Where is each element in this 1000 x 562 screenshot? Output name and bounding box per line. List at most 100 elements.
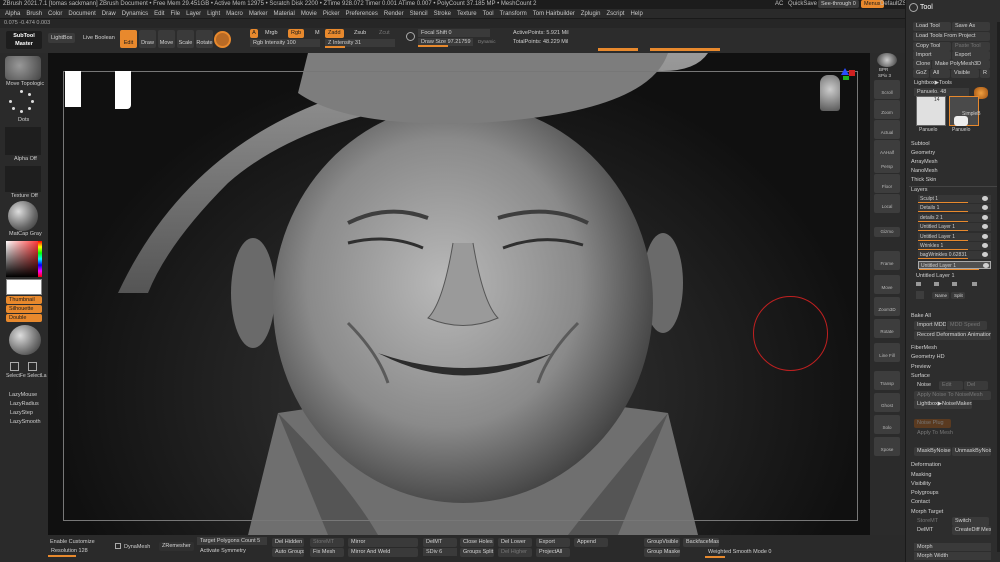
- rgb-intensity-slider[interactable]: Rgb Intensity 100: [250, 39, 320, 47]
- move-view-button[interactable]: Move: [874, 275, 900, 294]
- eye-icon[interactable]: [982, 214, 988, 220]
- target-polycount-slider[interactable]: Target Polygons Count 5: [197, 537, 267, 545]
- record-deformation-button[interactable]: Record Deformation Animation: [914, 331, 991, 340]
- eye-icon[interactable]: [982, 196, 988, 201]
- eye-icon[interactable]: [982, 252, 988, 258]
- floor-button[interactable]: Floor: [874, 174, 900, 193]
- activate-symmetry-button[interactable]: Activate Symmetry: [200, 547, 246, 555]
- geometry-hd-menu[interactable]: Geometry HD: [911, 353, 997, 362]
- layer-row[interactable]: Sculpt 1: [918, 195, 991, 203]
- brush-thumbnail[interactable]: [5, 56, 41, 80]
- paste-tool-button[interactable]: Paste Tool: [952, 42, 990, 51]
- geometry-menu[interactable]: Geometry: [911, 149, 997, 158]
- eye-icon[interactable]: [983, 262, 989, 268]
- menu-zplugin[interactable]: Zplugin: [581, 9, 601, 19]
- noise-button[interactable]: Noise: [914, 381, 938, 390]
- noise-del-button[interactable]: Del: [964, 381, 988, 390]
- tool-thumb-1[interactable]: [916, 96, 946, 126]
- menu-stencil[interactable]: Stencil: [410, 9, 428, 19]
- ghost-button[interactable]: Ghost: [874, 393, 900, 412]
- subtool-menu[interactable]: Subtool: [911, 140, 997, 149]
- morph-target-menu[interactable]: Morph Target: [911, 508, 997, 517]
- eye-icon[interactable]: [982, 224, 988, 230]
- copy-tool-button[interactable]: Copy Tool: [913, 42, 951, 51]
- unmask-by-noise-button[interactable]: UnmaskByNoise: [952, 447, 991, 456]
- del-hidden-button[interactable]: Del Hidden: [272, 538, 304, 547]
- hue-strip[interactable]: [38, 241, 42, 277]
- m-button[interactable]: M: [312, 29, 323, 38]
- menu-texture[interactable]: Texture: [457, 9, 477, 19]
- viewport-canvas[interactable]: [48, 53, 870, 535]
- menu-picker[interactable]: Picker: [323, 9, 340, 19]
- subtool-master-button[interactable]: SubTool Master: [6, 31, 42, 49]
- preview-menu[interactable]: Preview: [911, 363, 997, 372]
- thickskin-menu[interactable]: Thick Skin: [911, 176, 997, 185]
- fix-mesh-button[interactable]: Fix Mesh: [310, 548, 344, 557]
- zcut-button[interactable]: Zcut: [376, 29, 393, 38]
- layer-row[interactable]: details 2 1: [918, 213, 991, 222]
- make-polymesh-button[interactable]: Make PolyMesh3D: [932, 60, 990, 69]
- del-lower-button[interactable]: Del Lower: [498, 538, 532, 547]
- layers-menu[interactable]: Layers: [911, 186, 997, 195]
- surface-menu[interactable]: Surface: [911, 372, 997, 381]
- auto-groups-button[interactable]: Auto Groups: [272, 548, 304, 557]
- apply-to-mesh-button[interactable]: Apply To Mesh: [914, 429, 954, 438]
- a-button[interactable]: A: [250, 29, 258, 38]
- menu-document[interactable]: Document: [68, 9, 95, 19]
- bpr-icon[interactable]: [877, 53, 897, 67]
- import-mdd-button[interactable]: Import MDD: [914, 321, 946, 330]
- focal-shift-slider[interactable]: Focal Shift 0: [418, 29, 490, 37]
- silhouette-button[interactable]: Silhouette: [6, 305, 42, 313]
- see-through-slider[interactable]: See-through 0: [818, 0, 859, 8]
- nanomesh-menu[interactable]: NanoMesh: [911, 167, 997, 176]
- selectfe-icon[interactable]: [10, 362, 19, 371]
- ac-button[interactable]: AC: [775, 0, 783, 9]
- polyf-button[interactable]: Line Fill PolyF: [874, 343, 900, 362]
- noise-edit-button[interactable]: Edit: [939, 381, 963, 390]
- tool-slider[interactable]: Panuelo. 48: [914, 88, 969, 96]
- menu-stroke[interactable]: Stroke: [434, 9, 451, 19]
- selectla-icon[interactable]: [28, 362, 37, 371]
- matcap-sphere-icon[interactable]: [8, 201, 38, 231]
- storemt-bottom-button[interactable]: StoreMT: [310, 538, 344, 547]
- mdd-speed-slider[interactable]: MDD Speed: [947, 321, 987, 330]
- backfacemask-button[interactable]: BackfaceMask: [683, 538, 719, 547]
- rgb-button[interactable]: Rgb: [288, 29, 305, 38]
- move-button[interactable]: Move: [158, 30, 175, 48]
- groupvisible-button[interactable]: GroupVisible: [644, 538, 680, 547]
- lazystep-slider[interactable]: LazyStep: [10, 409, 33, 417]
- actual-button[interactable]: Actual: [874, 120, 900, 139]
- zadd-button[interactable]: Zadd: [325, 29, 344, 38]
- local-button[interactable]: Local: [874, 194, 900, 213]
- load-tool-button[interactable]: Load Tool: [913, 22, 951, 31]
- menu-preferences[interactable]: Preferences: [346, 9, 378, 19]
- menu-render[interactable]: Render: [384, 9, 404, 19]
- delmt-bottom-button[interactable]: DelMT: [423, 538, 457, 547]
- lightbox-noise-button[interactable]: Lightbox▶NoiseMakers: [914, 400, 972, 409]
- menu-dynamics[interactable]: Dynamics: [122, 9, 148, 19]
- clone-button[interactable]: Clone: [913, 60, 931, 69]
- rotate-view-button[interactable]: Rotate: [874, 319, 900, 338]
- menu-draw[interactable]: Draw: [102, 9, 116, 19]
- append-button[interactable]: Append: [574, 538, 608, 547]
- deformation-menu[interactable]: Deformation: [911, 461, 997, 470]
- contact-menu[interactable]: Contact: [911, 498, 997, 507]
- material-sphere-icon[interactable]: [214, 31, 231, 48]
- close-holes-button[interactable]: Close Holes: [460, 538, 494, 547]
- dynamesh-checkbox[interactable]: [115, 543, 121, 549]
- main-color-swatch[interactable]: [6, 279, 42, 295]
- masking-menu[interactable]: Masking: [911, 471, 997, 480]
- menu-alpha[interactable]: Alpha: [5, 9, 20, 19]
- creatediff-mesh-button[interactable]: CreateDiff Mesh: [952, 526, 991, 535]
- noise-plug-button[interactable]: Noise Plug: [914, 419, 951, 428]
- fibermesh-menu[interactable]: FiberMesh: [911, 344, 997, 353]
- menu-zscript[interactable]: Zscript: [606, 9, 624, 19]
- eye-icon[interactable]: [982, 205, 988, 211]
- layer-nav-icons[interactable]: [916, 281, 991, 287]
- layer-row[interactable]: bagWrinkles 0.62831: [918, 251, 991, 260]
- texture-thumbnail[interactable]: [5, 166, 41, 192]
- xpose-button[interactable]: Xpose: [874, 437, 900, 456]
- menu-file[interactable]: File: [170, 9, 180, 19]
- layer-split-button[interactable]: Split: [951, 292, 965, 299]
- morph-slider[interactable]: Morph: [914, 543, 991, 551]
